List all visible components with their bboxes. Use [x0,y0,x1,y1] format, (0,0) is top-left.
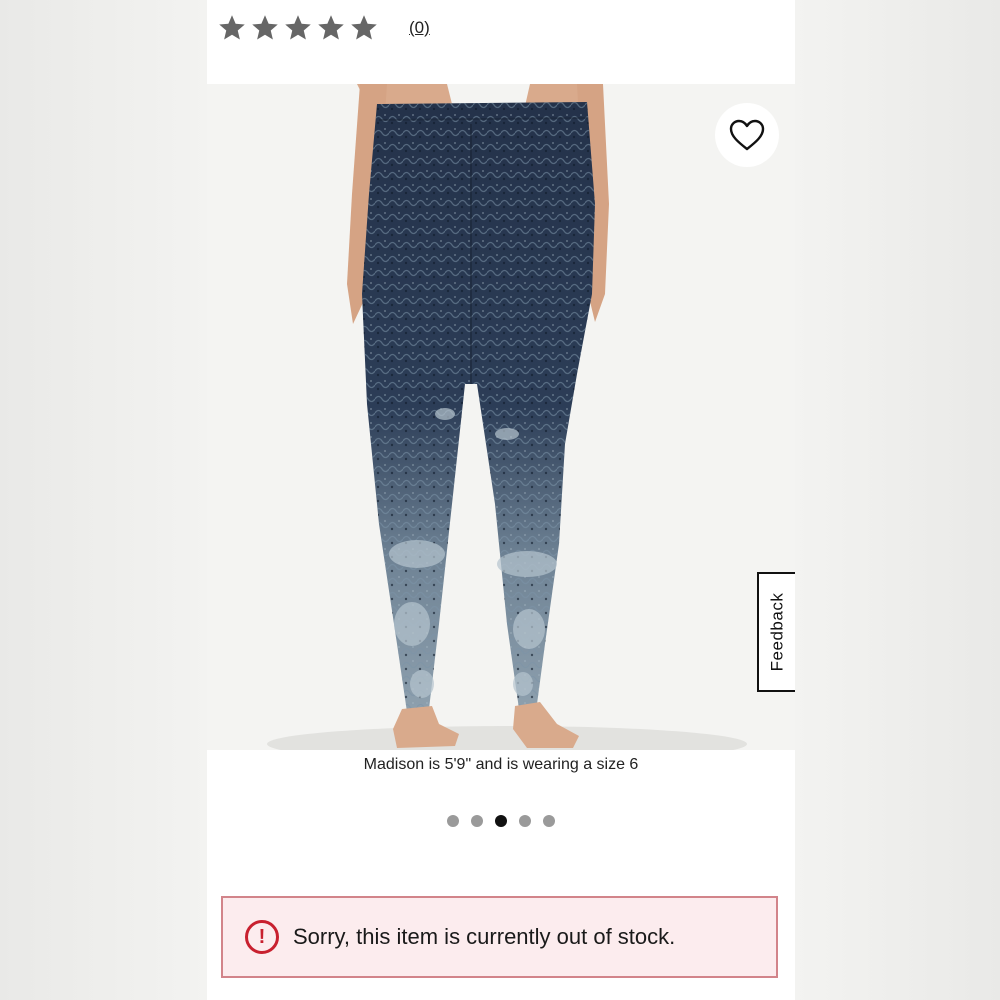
star-icon [316,13,346,43]
out-of-stock-alert: ! Sorry, this item is currently out of s… [221,896,778,978]
favorite-button[interactable] [715,103,779,167]
review-count-link[interactable]: (0) [409,18,430,38]
carousel-dot[interactable] [471,815,483,827]
star-icon [349,13,379,43]
model-caption: Madison is 5'9" and is wearing a size 6 [363,756,639,773]
star-icon [250,13,280,43]
product-image[interactable] [207,84,795,750]
carousel-dot[interactable] [447,815,459,827]
carousel-dots [207,815,795,827]
alert-message: Sorry, this item is currently out of sto… [293,924,676,949]
exclamation-circle-icon: ! [245,920,279,954]
feedback-label: Feedback [767,592,787,672]
carousel-dot[interactable] [495,815,507,827]
feedback-tab[interactable]: Feedback [757,572,795,692]
carousel-dot[interactable] [543,815,555,827]
background-left [0,0,207,1000]
star-rating [217,13,379,43]
background-right [795,0,1000,1000]
product-page: (0) Feedback Madison is 5'9" and is wear… [207,0,795,1000]
star-icon [283,13,313,43]
star-icon [217,13,247,43]
heart-outline-icon [729,119,765,151]
rating-row: (0) [217,10,430,46]
leggings-photo [267,84,747,750]
carousel-dot[interactable] [519,815,531,827]
